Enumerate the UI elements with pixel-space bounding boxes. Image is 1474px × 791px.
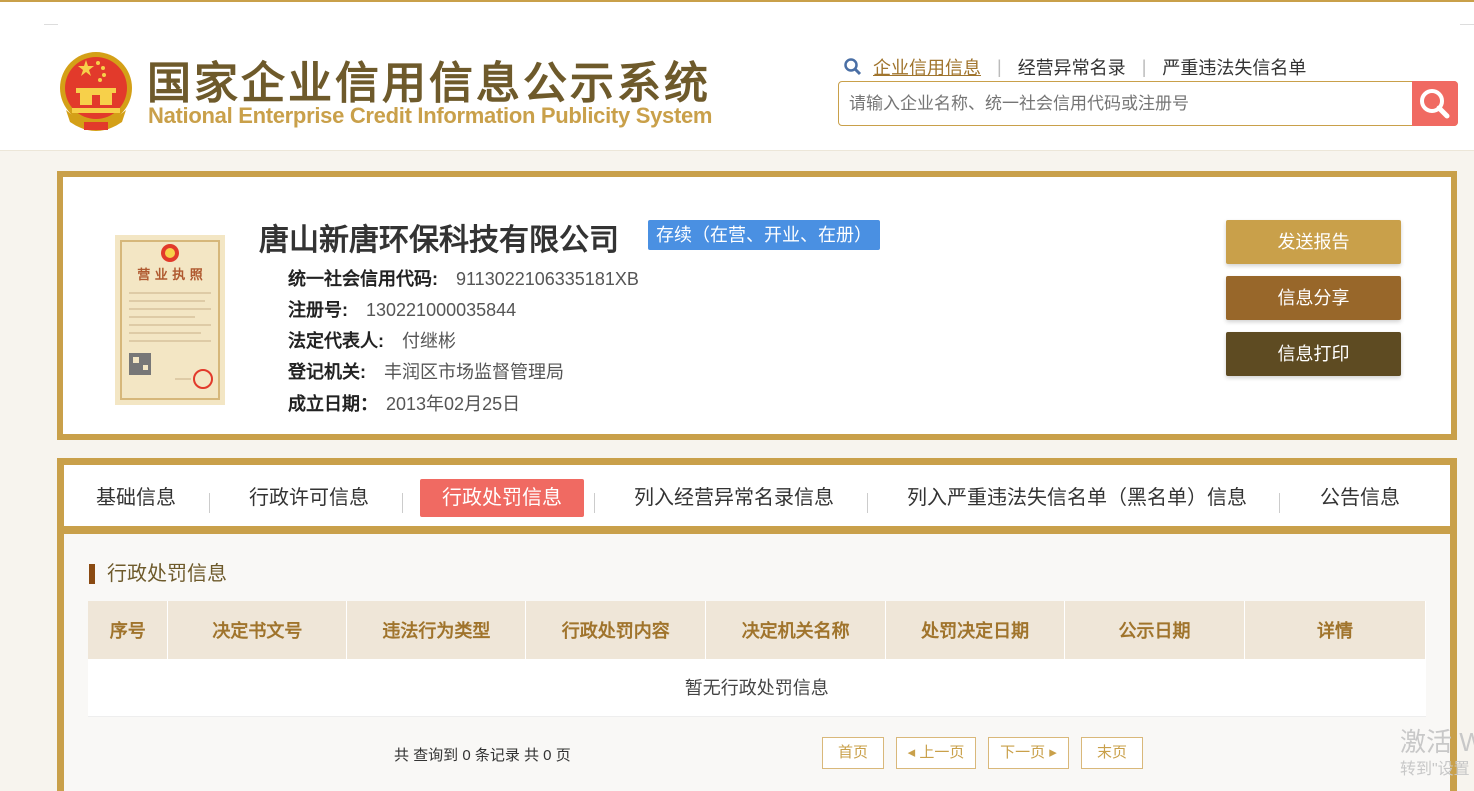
info-label: 成立日期： bbox=[288, 394, 378, 414]
tab-bar: 基础信息 行政许可信息 行政处罚信息 列入经营异常名录信息 列入严重违法失信名单… bbox=[64, 465, 1450, 526]
company-panel: 营 业 执 照 唐山新唐环保科技有限公司 存续（在营、开业、在册） 统一社会信用… bbox=[57, 171, 1457, 440]
print-info-button[interactable]: 信息打印 bbox=[1226, 332, 1401, 376]
column-header: 违法行为类型 bbox=[346, 601, 527, 659]
divider bbox=[1279, 493, 1280, 513]
business-license-image[interactable]: 营 业 执 照 bbox=[115, 235, 225, 405]
divider bbox=[402, 493, 403, 513]
divider bbox=[1460, 24, 1474, 25]
divider bbox=[594, 493, 595, 513]
column-header: 行政处罚内容 bbox=[525, 601, 707, 659]
site-title-cn: 国家企业信用信息公示系统 bbox=[147, 58, 711, 109]
divider: | bbox=[997, 56, 1002, 77]
info-row-legal-rep: 法定代表人: 付继彬 bbox=[288, 327, 456, 353]
link-enterprise-credit[interactable]: 企业信用信息 bbox=[873, 54, 981, 80]
search-input[interactable] bbox=[849, 90, 1409, 118]
divider bbox=[867, 493, 868, 513]
tab-basic-info[interactable]: 基础信息 bbox=[74, 479, 198, 517]
column-header: 详情 bbox=[1244, 601, 1426, 659]
search-type-links: 企业信用信息 | 经营异常名录 | 严重违法失信名单 bbox=[843, 54, 1306, 80]
info-row-registration-authority: 登记机关: 丰润区市场监督管理局 bbox=[288, 358, 564, 384]
svg-text:营 业 执 照: 营 业 执 照 bbox=[137, 267, 203, 283]
search-icon bbox=[1420, 89, 1450, 119]
status-badge: 存续（在营、开业、在册） bbox=[648, 220, 880, 250]
column-header: 序号 bbox=[88, 601, 169, 659]
pager-info: 共 查询到 0 条记录 共 0 页 bbox=[394, 747, 571, 764]
tab-abnormal-list[interactable]: 列入经营异常名录信息 bbox=[612, 479, 856, 517]
search-button[interactable] bbox=[1412, 81, 1458, 126]
info-value: 130221000035844 bbox=[366, 300, 517, 320]
info-label: 统一社会信用代码: bbox=[288, 269, 438, 289]
info-value: 2013年02月25日 bbox=[386, 394, 521, 414]
activation-watermark-sub: 转到"设置 bbox=[1400, 761, 1470, 778]
info-value: 丰润区市场监督管理局 bbox=[384, 362, 564, 382]
info-tabs-panel: 基础信息 行政许可信息 行政处罚信息 列入经营异常名录信息 列入严重违法失信名单… bbox=[57, 458, 1457, 791]
penalty-section: 行政处罚信息 序号 决定书文号 违法行为类型 行政处罚内容 决定机关名称 处罚决… bbox=[64, 534, 1450, 791]
info-label: 注册号: bbox=[288, 300, 348, 320]
first-page-button[interactable]: 首页 bbox=[822, 737, 884, 769]
divider bbox=[209, 493, 210, 513]
info-label: 法定代表人: bbox=[288, 331, 384, 351]
site-title-en: National Enterprise Credit Information P… bbox=[148, 103, 713, 128]
last-page-button[interactable]: 末页 bbox=[1081, 737, 1143, 769]
column-header: 决定书文号 bbox=[167, 601, 348, 659]
section-title: 行政处罚信息 bbox=[89, 564, 227, 584]
info-value: 9113022106335181XB bbox=[456, 269, 639, 289]
link-blacklist[interactable]: 严重违法失信名单 bbox=[1162, 54, 1306, 80]
column-header: 处罚决定日期 bbox=[885, 601, 1066, 659]
company-name: 唐山新唐环保科技有限公司 bbox=[259, 224, 619, 257]
tab-admin-penalty[interactable]: 行政处罚信息 bbox=[420, 479, 584, 517]
next-page-button[interactable]: 下一页 ▸ bbox=[988, 737, 1069, 769]
column-header: 公示日期 bbox=[1064, 601, 1245, 659]
prev-page-button[interactable]: ◂ 上一页 bbox=[896, 737, 976, 769]
link-abnormal-list[interactable]: 经营异常名录 bbox=[1018, 54, 1126, 80]
site-header: 国家企业信用信息公示系统 National Enterprise Credit … bbox=[0, 2, 1474, 151]
penalty-table: 序号 决定书文号 违法行为类型 行政处罚内容 决定机关名称 处罚决定日期 公示日… bbox=[88, 601, 1426, 717]
info-row-reg-number: 注册号: 130221000035844 bbox=[288, 296, 516, 322]
info-row-founding-date: 成立日期： 2013年02月25日 bbox=[288, 390, 520, 416]
tab-announcements[interactable]: 公告信息 bbox=[1298, 479, 1422, 517]
info-label: 登记机关: bbox=[288, 362, 366, 382]
national-emblem-icon bbox=[60, 52, 132, 131]
divider: | bbox=[1141, 56, 1147, 77]
search-icon bbox=[844, 58, 862, 76]
empty-message: 暂无行政处罚信息 bbox=[88, 659, 1426, 717]
divider bbox=[44, 24, 58, 25]
search-box bbox=[838, 81, 1458, 126]
table-header-row: 序号 决定书文号 违法行为类型 行政处罚内容 决定机关名称 处罚决定日期 公示日… bbox=[88, 601, 1426, 659]
tab-blacklist[interactable]: 列入严重违法失信名单（黑名单）信息 bbox=[885, 479, 1269, 517]
info-value: 付继彬 bbox=[402, 331, 456, 351]
column-header: 决定机关名称 bbox=[705, 601, 887, 659]
send-report-button[interactable]: 发送报告 bbox=[1226, 220, 1401, 264]
activation-watermark: 激活 W bbox=[1400, 727, 1474, 757]
table-row: 暂无行政处罚信息 bbox=[88, 659, 1426, 717]
share-info-button[interactable]: 信息分享 bbox=[1226, 276, 1401, 320]
tab-admin-license[interactable]: 行政许可信息 bbox=[227, 479, 391, 517]
info-row-credit-code: 统一社会信用代码: 9113022106335181XB bbox=[288, 265, 639, 291]
